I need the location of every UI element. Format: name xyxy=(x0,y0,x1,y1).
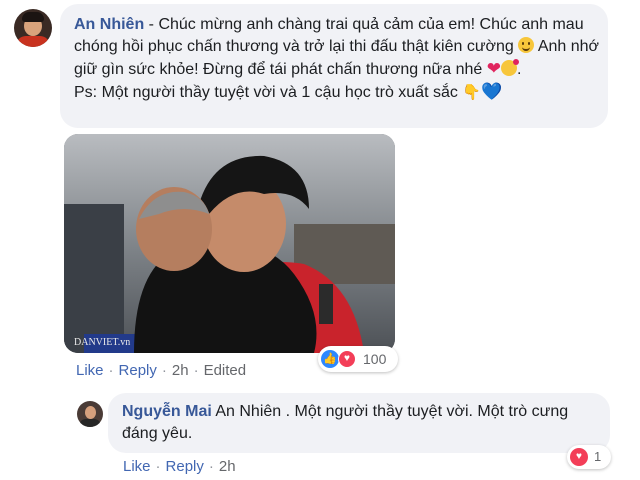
comment-actions: Like · Reply · 2h · Edited xyxy=(76,362,247,379)
reply-mention[interactable]: An Nhiên xyxy=(215,403,281,420)
smiling-face-icon xyxy=(518,37,535,53)
reply-reaction-count: 1 xyxy=(594,449,602,464)
reply-avatar[interactable] xyxy=(77,401,103,427)
reply-reply-button[interactable]: Reply xyxy=(166,458,204,475)
comment-photo[interactable]: DANVIET.vn xyxy=(64,134,395,353)
comment-timestamp[interactable]: 2h xyxy=(172,362,189,379)
love-reaction-icon: ♥ xyxy=(338,350,356,368)
reply-timestamp[interactable]: 2h xyxy=(219,458,236,475)
blue-heart-icon: 💙 xyxy=(481,82,503,101)
reply-bubble: Nguyễn Mai An Nhiên . Một người thầy tuy… xyxy=(108,393,610,453)
reply-actions: Like · Reply · 2h xyxy=(123,458,236,475)
reaction-count: 100 xyxy=(363,351,387,367)
reply-text: Nguyễn Mai An Nhiên . Một người thầy tuy… xyxy=(122,401,602,445)
love-reaction-icon: ♥ xyxy=(570,448,588,466)
reply-reaction-summary[interactable]: ♥ 1 xyxy=(567,445,611,469)
reply-like-button[interactable]: Like xyxy=(123,458,151,475)
like-button[interactable]: Like xyxy=(76,362,104,379)
commenter-avatar[interactable] xyxy=(14,9,52,47)
backhand-pointing-down-icon: 👇 xyxy=(462,84,481,101)
comment-body-part1: - Chúc mừng anh chàng trai quả cảm của e… xyxy=(74,16,584,55)
edited-label[interactable]: Edited xyxy=(204,362,247,379)
like-reaction-icon: 👍 xyxy=(321,350,339,368)
comment-text: An Nhiên - Chúc mừng anh chàng trai quả … xyxy=(74,14,600,104)
comment-bubble: An Nhiên - Chúc mừng anh chàng trai quả … xyxy=(60,4,608,128)
reaction-summary[interactable]: 👍 ♥ 100 xyxy=(318,346,398,372)
red-heart-icon: ❤ xyxy=(486,59,501,78)
comment-author-link[interactable]: An Nhiên xyxy=(74,16,144,33)
reply-author-link[interactable]: Nguyễn Mai xyxy=(122,403,212,420)
face-blowing-kiss-icon xyxy=(501,59,519,76)
reply-button[interactable]: Reply xyxy=(119,362,157,379)
photo-watermark: DANVIET.vn xyxy=(74,337,131,348)
comment-ps-text: Ps: Một người thầy tuyệt vời và 1 cậu họ… xyxy=(74,84,463,101)
